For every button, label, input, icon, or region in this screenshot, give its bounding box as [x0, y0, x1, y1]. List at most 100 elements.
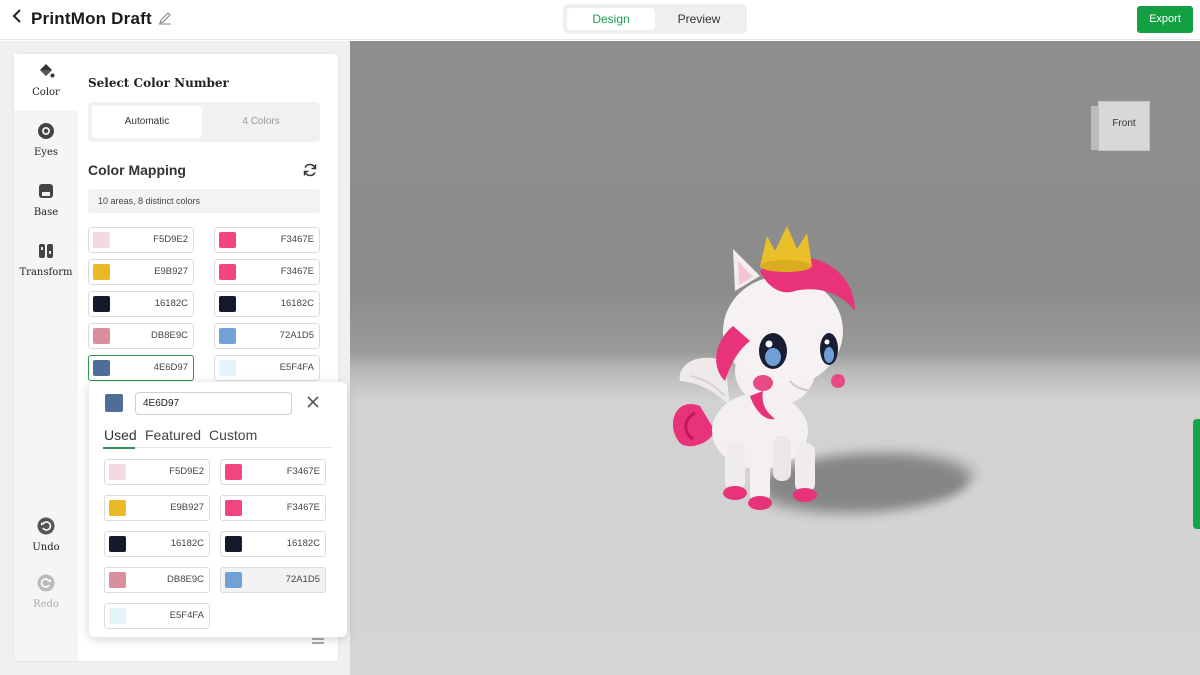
redo-icon	[37, 574, 55, 592]
rail-item-base[interactable]: Base	[14, 174, 78, 230]
redo-label: Redo	[33, 599, 59, 610]
mapping-source-chip[interactable]: E9B927	[88, 259, 194, 285]
active-tab-indicator	[103, 447, 135, 449]
color-swatch	[109, 572, 126, 588]
transform-icon	[39, 244, 53, 258]
color-swatch	[93, 328, 110, 344]
back-button[interactable]	[8, 9, 26, 29]
rail-item-color[interactable]: Color	[14, 54, 78, 110]
hex-label: 72A1D5	[279, 330, 314, 341]
paint-bucket-icon	[40, 64, 55, 78]
color-swatch	[219, 296, 236, 312]
side-panel-handle[interactable]	[1193, 419, 1200, 529]
rail-label: Transform	[19, 267, 73, 278]
hex-label: F5D9E2	[153, 234, 188, 245]
used-color-chip[interactable]: 16182C	[220, 531, 326, 557]
hex-label: F3467E	[286, 502, 320, 513]
mapping-info: 10 areas, 8 distinct colors	[88, 189, 320, 213]
eye-icon	[38, 123, 54, 139]
mode-toggle: Design Preview	[563, 4, 747, 34]
unicorn-model[interactable]	[655, 181, 885, 511]
rail-label: Eyes	[34, 147, 58, 158]
hex-label: 16182C	[154, 298, 188, 309]
hex-label: 16182C	[280, 298, 314, 309]
undo-label: Undo	[32, 542, 60, 553]
rail-item-transform[interactable]: Transform	[14, 234, 78, 290]
hex-label: F3467E	[286, 466, 320, 477]
select-color-number-title: Select Color Number	[88, 76, 229, 90]
mapping-source-chip[interactable]: 16182C	[88, 291, 194, 317]
color-swatch	[219, 264, 236, 280]
used-color-chip[interactable]: F5D9E2	[104, 459, 210, 485]
color-swatch	[93, 232, 110, 248]
rail-item-eyes[interactable]: Eyes	[14, 114, 78, 170]
redo-button[interactable]: Redo	[14, 566, 78, 622]
used-color-chip[interactable]: DB8E9C	[104, 567, 210, 593]
refresh-icon[interactable]	[302, 162, 318, 178]
hex-label: F3467E	[280, 266, 314, 277]
automatic-option[interactable]: Automatic	[92, 106, 202, 138]
rail-label: Base	[33, 207, 59, 218]
design-mode-button[interactable]: Design	[567, 8, 655, 30]
base-icon	[39, 184, 53, 198]
current-color-swatch	[105, 394, 123, 412]
color-swatch	[219, 360, 236, 376]
chevron-left-icon	[12, 9, 21, 23]
tool-rail: Color Eyes Base Transform Undo Redo	[14, 54, 78, 661]
view-cube-label: Front	[1112, 118, 1136, 129]
mapping-target-chip[interactable]: E5F4FA	[214, 355, 320, 381]
color-mapping-title: Color Mapping	[88, 162, 186, 178]
hex-label: E9B927	[170, 502, 204, 513]
mapping-target-chip[interactable]: 72A1D5	[214, 323, 320, 349]
mapping-target-chip[interactable]: 16182C	[214, 291, 320, 317]
view-cube[interactable]: Front	[1091, 101, 1150, 151]
color-swatch	[219, 232, 236, 248]
hex-label: 4E6D97	[153, 362, 188, 373]
mapping-source-chip[interactable]: F5D9E2	[88, 227, 194, 253]
color-picker-popup: Used Featured Custom F5D9E2 F3467E E9B927 F…	[89, 382, 347, 637]
tab-custom[interactable]: Custom	[209, 427, 257, 443]
hex-label: 72A1D5	[285, 574, 320, 585]
color-swatch	[225, 464, 242, 480]
hex-label: F5D9E2	[169, 466, 204, 477]
hex-input[interactable]	[135, 392, 292, 415]
hex-label: 16182C	[170, 538, 204, 549]
color-swatch	[93, 296, 110, 312]
hex-label: E5F4FA	[169, 610, 204, 621]
hex-label: F3467E	[280, 234, 314, 245]
export-button[interactable]: Export	[1137, 6, 1193, 33]
color-swatch	[93, 264, 110, 280]
hex-label: DB8E9C	[167, 574, 204, 585]
color-swatch	[109, 464, 126, 480]
color-swatch	[225, 536, 242, 552]
used-color-chip[interactable]: F3467E	[220, 495, 326, 521]
used-color-chip[interactable]: 16182C	[104, 531, 210, 557]
tab-used[interactable]: Used	[104, 427, 137, 443]
hex-label: 16182C	[286, 538, 320, 549]
undo-icon	[37, 517, 55, 535]
close-icon[interactable]	[305, 394, 321, 410]
used-color-chip[interactable]: E5F4FA	[104, 603, 210, 629]
used-color-chip[interactable]: E9B927	[104, 495, 210, 521]
color-swatch	[109, 608, 126, 624]
mapping-target-chip[interactable]: F3467E	[214, 259, 320, 285]
rail-label: Color	[32, 87, 60, 98]
used-color-chip[interactable]: 72A1D5	[220, 567, 326, 593]
used-color-chip[interactable]: F3467E	[220, 459, 326, 485]
mapping-source-chip[interactable]: DB8E9C	[88, 323, 194, 349]
mapping-target-chip[interactable]: F3467E	[214, 227, 320, 253]
hex-label: E5F4FA	[279, 362, 314, 373]
four-colors-option[interactable]: 4 Colors	[206, 106, 316, 138]
hex-label: DB8E9C	[151, 330, 188, 341]
mapping-source-chip[interactable]: 4E6D97	[88, 355, 194, 381]
color-swatch	[109, 536, 126, 552]
preview-mode-button[interactable]: Preview	[655, 8, 743, 30]
pencil-icon[interactable]	[158, 11, 172, 25]
tab-featured[interactable]: Featured	[145, 427, 201, 443]
top-bar: PrintMon Draft Design Preview Export	[0, 0, 1200, 40]
color-swatch	[225, 572, 242, 588]
color-swatch	[219, 328, 236, 344]
undo-button[interactable]: Undo	[14, 509, 78, 565]
project-title: PrintMon Draft	[31, 9, 152, 28]
color-swatch	[109, 500, 126, 516]
